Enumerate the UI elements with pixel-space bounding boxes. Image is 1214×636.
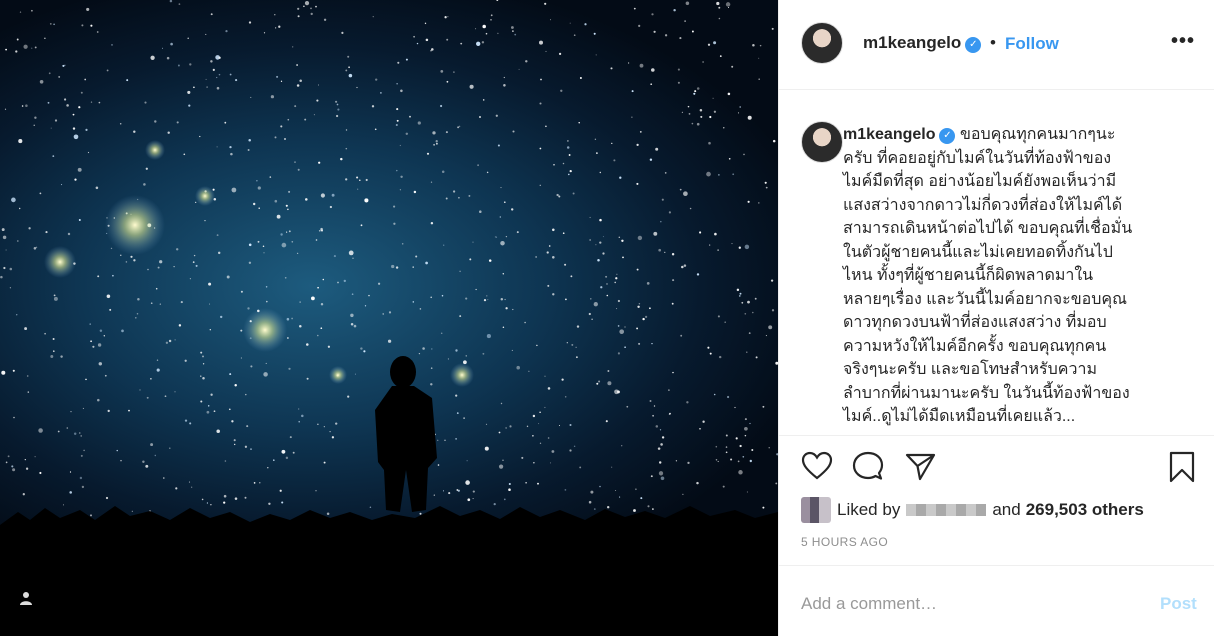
share-icon[interactable] <box>904 451 936 481</box>
post-author-name[interactable]: m1keangelo <box>863 33 961 52</box>
verified-badge-icon: ✓ <box>939 127 956 144</box>
verified-badge-icon: ✓ <box>965 36 982 53</box>
post-author[interactable]: m1keangelo ✓ <box>863 33 982 53</box>
liked-by-label: Liked by <box>837 500 901 519</box>
likes-summary: Liked by and 269,503 others <box>801 497 1144 523</box>
likes-count[interactable]: 269,503 others <box>1026 500 1144 520</box>
liker-name-redacted[interactable] <box>906 504 987 516</box>
post-comment-button[interactable]: Post <box>1160 594 1197 614</box>
follow-button[interactable]: Follow <box>1005 34 1059 54</box>
avatar[interactable] <box>801 22 843 64</box>
comment-form: Post <box>779 565 1214 636</box>
bookmark-icon[interactable] <box>1168 451 1196 483</box>
caption-body: ขอบคุณทุกคนมากๆนะ ครับ ที่คอยอยู่กับไมค์… <box>843 126 1133 425</box>
comment-input[interactable] <box>801 590 1131 618</box>
and-label: and <box>992 500 1021 519</box>
heart-icon[interactable] <box>801 451 833 481</box>
separator-dot: • <box>990 33 996 52</box>
action-bar <box>779 437 1214 497</box>
liker-avatar[interactable] <box>801 497 831 523</box>
user-tag-icon[interactable] <box>18 590 46 618</box>
post-header: m1keangelo ✓ • Follow ••• <box>779 0 1214 90</box>
more-options-icon[interactable]: ••• <box>1171 30 1195 53</box>
caption-section: m1keangelo ✓ ขอบคุณทุกคนมากๆนะ ครับ ที่คอ… <box>779 91 1214 436</box>
post-photo[interactable] <box>0 0 778 636</box>
caption-text: m1keangelo ✓ ขอบคุณทุกคนมากๆนะ ครับ ที่คอ… <box>843 123 1188 429</box>
post-detail-panel: m1keangelo ✓ • Follow ••• m1keangelo ✓ ขอบ… <box>778 0 1214 636</box>
caption-avatar[interactable] <box>801 121 843 163</box>
caption-author[interactable]: m1keangelo <box>843 126 935 143</box>
comment-icon[interactable] <box>852 451 884 481</box>
starry-night-image <box>0 0 778 636</box>
post-timestamp[interactable]: 5 HOURS AGO <box>801 535 888 549</box>
